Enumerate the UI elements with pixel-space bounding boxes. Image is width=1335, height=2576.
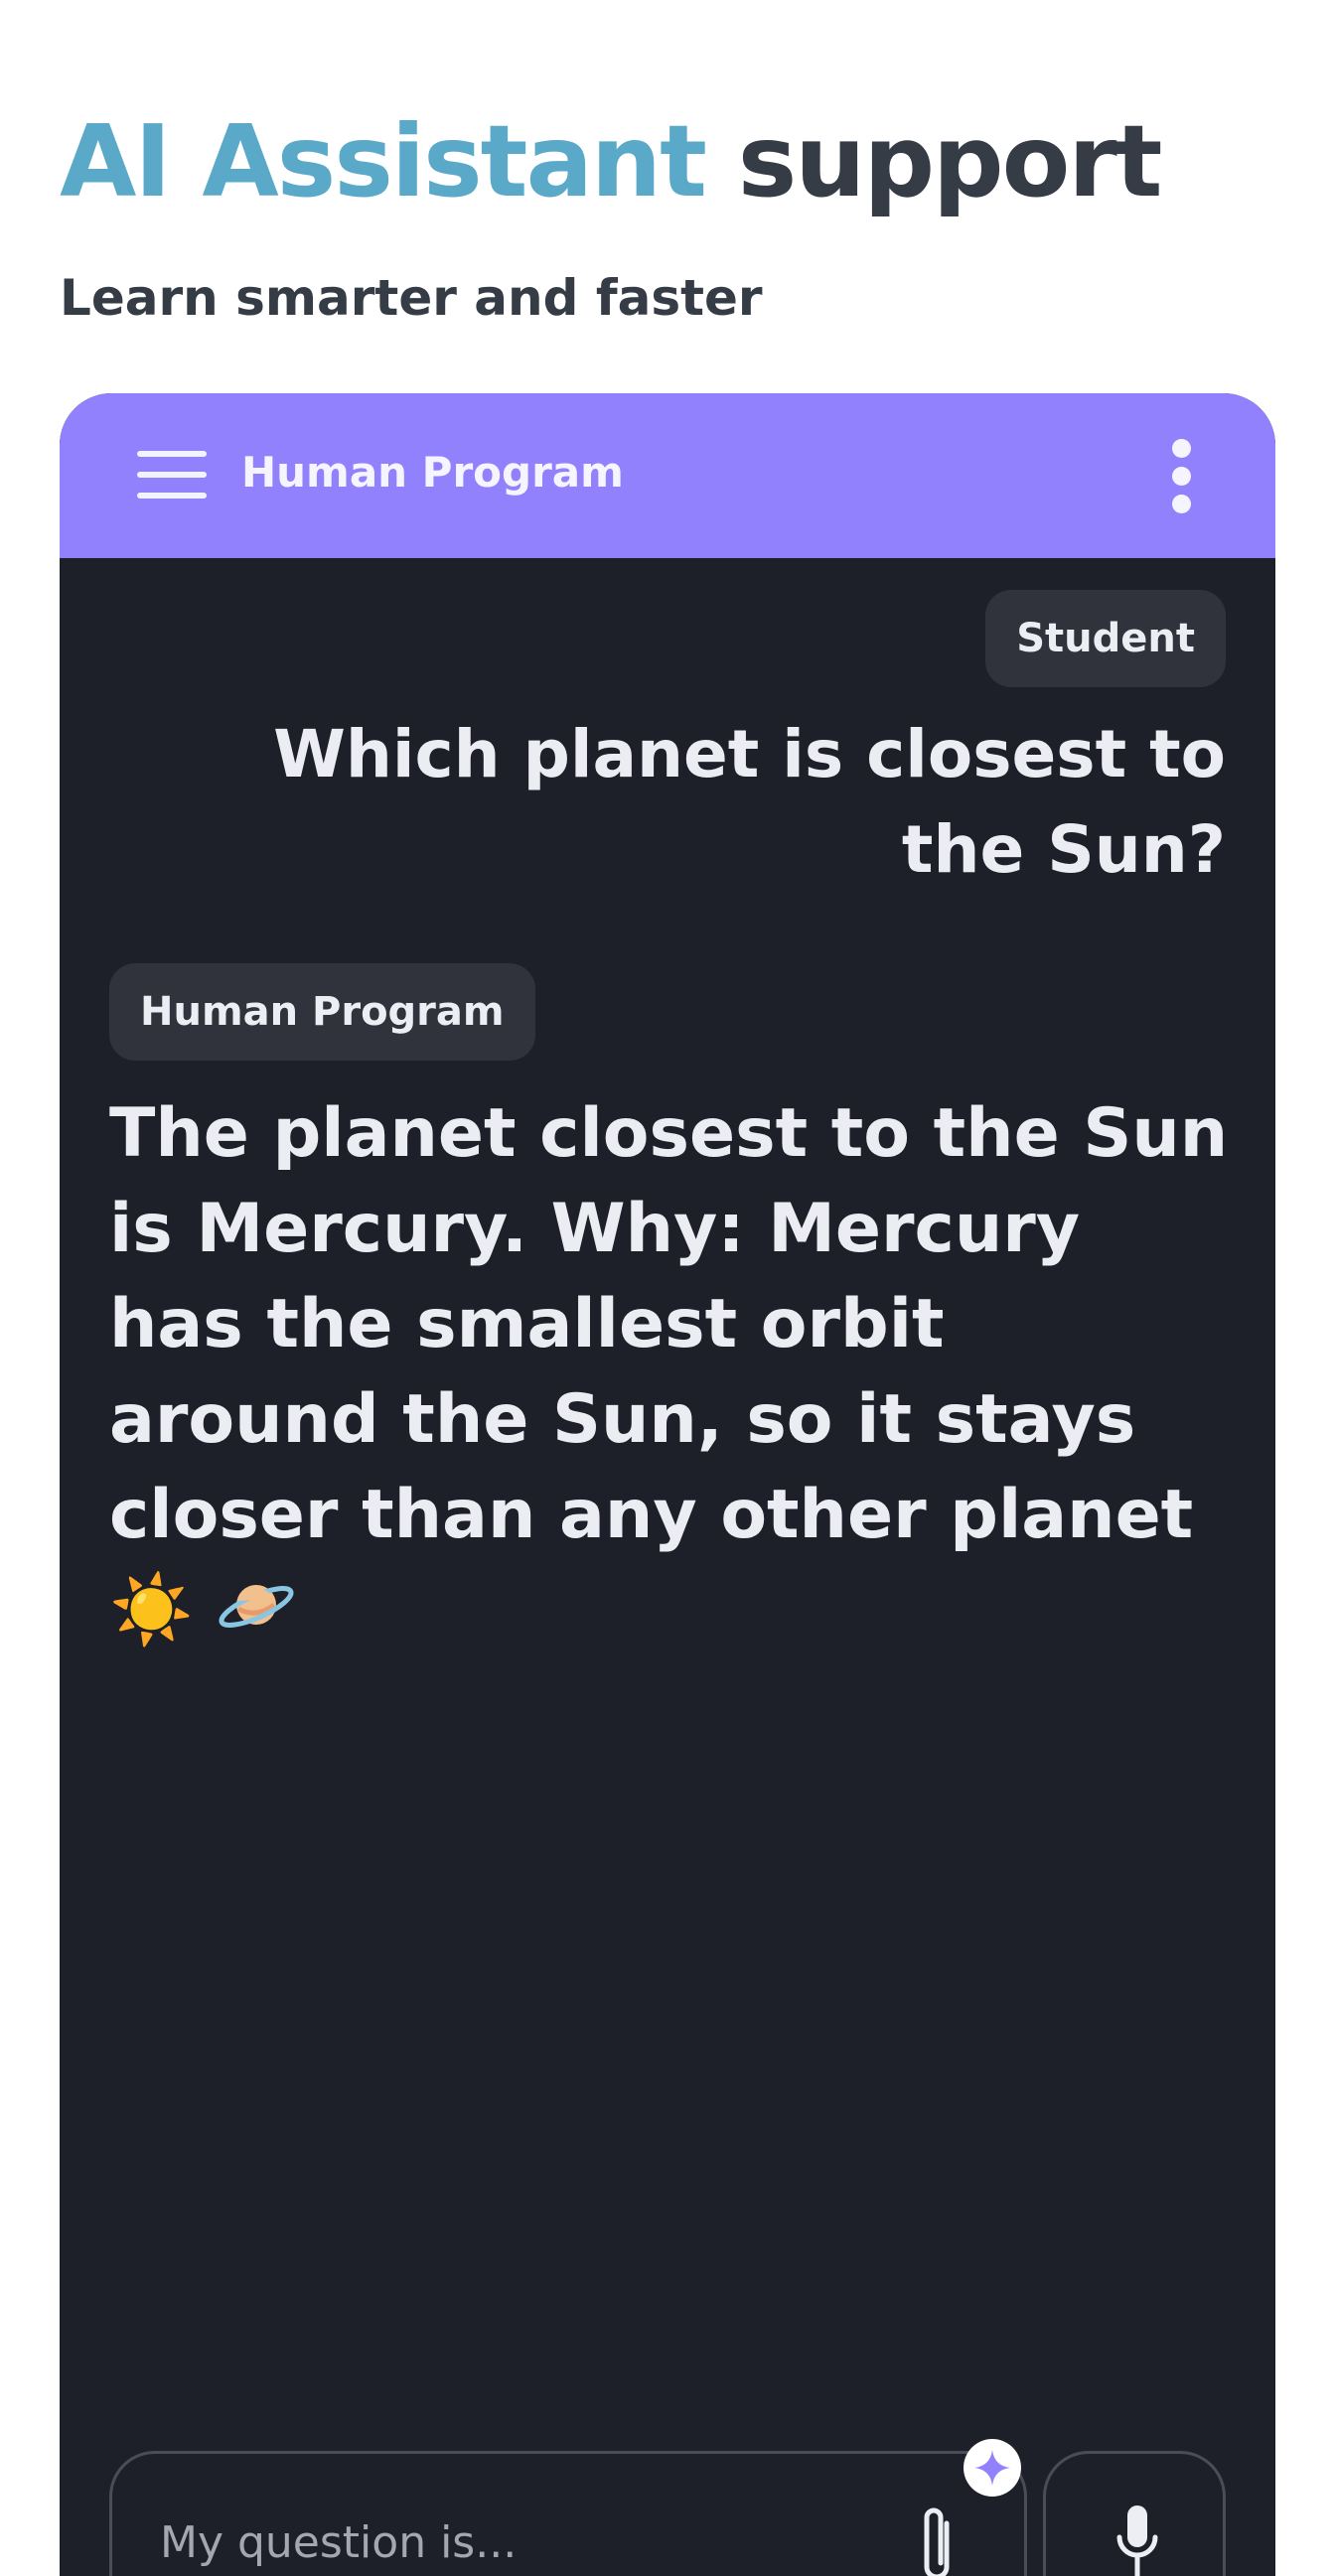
- hero-title: AI Assistant support: [60, 97, 1163, 226]
- microphone-button[interactable]: [1043, 2451, 1226, 2576]
- question-input[interactable]: My question is...: [109, 2451, 1027, 2576]
- sparkle-icon[interactable]: [964, 2439, 1021, 2497]
- sender-label-program: Human Program: [109, 963, 535, 1061]
- microphone-icon: [1116, 2505, 1158, 2576]
- more-vertical-icon[interactable]: [1162, 439, 1202, 514]
- hero-title-rest: support: [704, 103, 1163, 219]
- chat-app-frame: Human Program Student Which planet is cl…: [60, 393, 1275, 2576]
- student-message: Which planet is closest to the Sun?: [273, 716, 1226, 888]
- page: AI Assistant support Learn smarter and f…: [0, 0, 1335, 2576]
- sender-label-student: Student: [985, 590, 1226, 687]
- app-title: Human Program: [241, 448, 624, 497]
- ringed-planet-icon: [217, 1565, 296, 1645]
- hamburger-menu-icon[interactable]: [137, 451, 207, 499]
- program-message: The planet closest to the Sun is Mercury…: [109, 1086, 1232, 1658]
- hero-title-accent: AI Assistant: [60, 103, 707, 219]
- hero-subtitle: Learn smarter and faster: [60, 269, 763, 327]
- question-input-placeholder: My question is...: [160, 2517, 518, 2568]
- paperclip-icon[interactable]: [917, 2500, 961, 2576]
- app-header: Human Program: [60, 393, 1275, 558]
